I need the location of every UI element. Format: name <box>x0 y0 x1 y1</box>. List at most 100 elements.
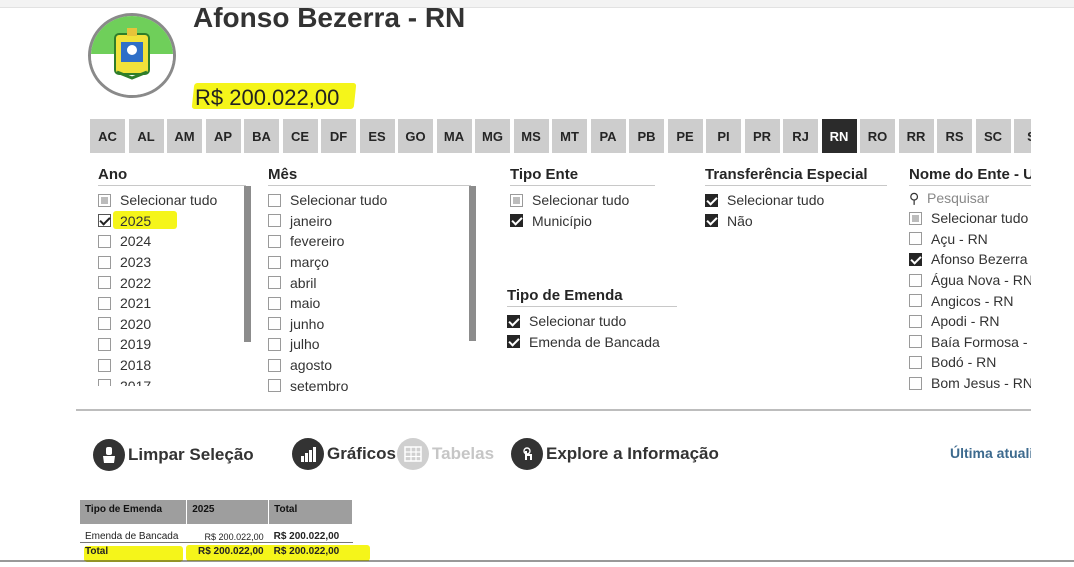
slicer-ano-scrollbar[interactable] <box>244 186 251 342</box>
checkbox[interactable] <box>268 379 281 393</box>
checkbox[interactable] <box>909 314 922 328</box>
slicer-transferencia-item[interactable]: Não <box>705 211 887 232</box>
uf-tab-pi[interactable]: PI <box>706 119 741 153</box>
checkbox[interactable] <box>909 232 922 246</box>
slicer-nome_ente-item[interactable]: Afonso Bezerra - RN <box>909 249 1031 270</box>
checkbox[interactable] <box>98 296 111 310</box>
slicer-ano-item[interactable]: 2020 <box>98 314 246 335</box>
uf-tab-pa[interactable]: PA <box>590 119 626 153</box>
uf-tab-mg[interactable]: MG <box>475 119 510 153</box>
checkbox[interactable] <box>909 211 922 225</box>
uf-tab-pb[interactable]: PB <box>629 119 664 153</box>
checkbox[interactable] <box>268 296 281 310</box>
uf-tab-ap[interactable]: AP <box>205 119 241 153</box>
slicer-mes-item[interactable]: abril <box>268 272 471 293</box>
ultima-atualizacao-link[interactable]: Última atualização <box>950 445 1031 461</box>
uf-tab-s[interactable]: S <box>1014 119 1031 153</box>
slicer-ano-item[interactable]: 2024 <box>98 231 246 252</box>
checkbox[interactable] <box>510 214 523 228</box>
checkbox[interactable] <box>909 294 922 308</box>
checkbox[interactable] <box>909 376 922 390</box>
uf-tab-al[interactable]: AL <box>128 119 164 153</box>
checkbox[interactable] <box>507 335 520 349</box>
uf-tab-rn[interactable]: RN <box>821 119 857 153</box>
slicer-mes-scrollbar[interactable] <box>469 186 476 341</box>
slicer-tipo_ente-item[interactable]: Selecionar tudo <box>510 190 655 211</box>
uf-tab-am[interactable]: AM <box>167 119 202 153</box>
checkbox[interactable] <box>705 214 718 228</box>
checkbox[interactable] <box>909 335 922 349</box>
slicer-ano-item[interactable]: 2023 <box>98 252 246 273</box>
slicer-mes-item[interactable]: janeiro <box>268 211 471 232</box>
checkbox[interactable] <box>268 255 281 269</box>
slicer-nome_ente-item[interactable]: Água Nova - RN <box>909 270 1031 291</box>
checkbox[interactable] <box>268 276 281 290</box>
uf-tab-df[interactable]: DF <box>321 119 356 153</box>
uf-tab-go[interactable]: GO <box>398 119 433 153</box>
uf-tab-es[interactable]: ES <box>359 119 395 153</box>
slicer-mes-item[interactable]: junho <box>268 314 471 335</box>
slicer-nome_ente-item[interactable]: Açu - RN <box>909 229 1031 250</box>
uf-tab-ac[interactable]: AC <box>90 119 125 153</box>
slicer-mes-item[interactable]: Selecionar tudo <box>268 190 471 211</box>
slicer-nome_ente-item[interactable]: Angicos - RN <box>909 290 1031 311</box>
limpar-selecao-button[interactable]: Limpar Seleção <box>93 439 254 471</box>
tabelas-button[interactable]: Tabelas <box>397 438 494 470</box>
graficos-button[interactable]: Gráficos <box>292 438 396 470</box>
checkbox[interactable] <box>507 314 520 328</box>
slicer-ano-item[interactable]: 2019 <box>98 334 246 355</box>
col-header-total[interactable]: Total <box>268 500 353 524</box>
slicer-ano-item[interactable]: 2017 <box>98 375 246 386</box>
slicer-tipo_emenda-item[interactable]: Emenda de Bancada <box>507 332 677 353</box>
checkbox[interactable] <box>510 193 523 207</box>
slicer-nome_ente-item[interactable]: Bodó - RN <box>909 352 1031 373</box>
checkbox[interactable] <box>268 193 281 207</box>
uf-tab-sc[interactable]: SC <box>975 119 1011 153</box>
checkbox[interactable] <box>98 276 111 290</box>
slicer-tipo_ente-item[interactable]: Município <box>510 211 655 232</box>
slicer-nome_ente-item[interactable]: Selecionar tudo <box>909 208 1031 229</box>
col-header-tipo[interactable]: Tipo de Emenda <box>80 500 188 524</box>
slicer-transferencia-item[interactable]: Selecionar tudo <box>705 190 887 211</box>
checkbox[interactable] <box>268 337 281 351</box>
checkbox[interactable] <box>98 234 111 248</box>
checkbox[interactable] <box>98 214 111 228</box>
slicer-tipo_emenda-item[interactable]: Selecionar tudo <box>507 311 677 332</box>
explore-button[interactable]: Explore a Informação <box>511 438 719 470</box>
checkbox[interactable] <box>909 355 922 369</box>
slicer-ano-item[interactable]: 2022 <box>98 272 246 293</box>
uf-tab-ma[interactable]: MA <box>436 119 472 153</box>
checkbox[interactable] <box>268 358 281 372</box>
checkbox[interactable] <box>98 193 111 207</box>
checkbox[interactable] <box>98 337 111 351</box>
slicer-mes-item[interactable]: agosto <box>268 355 471 376</box>
slicer-nome_ente-item[interactable]: Apodi - RN <box>909 311 1031 332</box>
checkbox[interactable] <box>98 358 111 372</box>
slicer-search[interactable]: ⚲ Pesquisar <box>909 188 1031 208</box>
uf-tab-ce[interactable]: CE <box>282 119 318 153</box>
slicer-ano-item[interactable]: 2021 <box>98 293 246 314</box>
uf-tab-mt[interactable]: MT <box>552 119 587 153</box>
checkbox[interactable] <box>268 214 281 228</box>
uf-tab-ms[interactable]: MS <box>513 119 549 153</box>
slicer-mes-item[interactable]: setembro <box>268 375 471 396</box>
uf-tab-rj[interactable]: RJ <box>783 119 818 153</box>
uf-tab-ro[interactable]: RO <box>860 119 895 153</box>
col-header-2025[interactable]: 2025 <box>186 500 270 524</box>
uf-tab-pe[interactable]: PE <box>667 119 703 153</box>
uf-tab-rr[interactable]: RR <box>898 119 934 153</box>
checkbox[interactable] <box>268 317 281 331</box>
checkbox[interactable] <box>98 379 111 386</box>
slicer-ano-item[interactable]: 2018 <box>98 355 246 376</box>
slicer-nome_ente-item[interactable]: Bom Jesus - RN <box>909 373 1031 394</box>
uf-tab-rs[interactable]: RS <box>937 119 972 153</box>
slicer-nome_ente-item[interactable]: Baía Formosa - RN <box>909 332 1031 353</box>
slicer-mes-item[interactable]: julho <box>268 334 471 355</box>
slicer-ano-item[interactable]: 2025 <box>98 211 246 232</box>
checkbox[interactable] <box>98 317 111 331</box>
uf-tab-pr[interactable]: PR <box>744 119 780 153</box>
slicer-mes-item[interactable]: março <box>268 252 471 273</box>
checkbox[interactable] <box>909 273 922 287</box>
slicer-mes-item[interactable]: maio <box>268 293 471 314</box>
slicer-mes-item[interactable]: fevereiro <box>268 231 471 252</box>
